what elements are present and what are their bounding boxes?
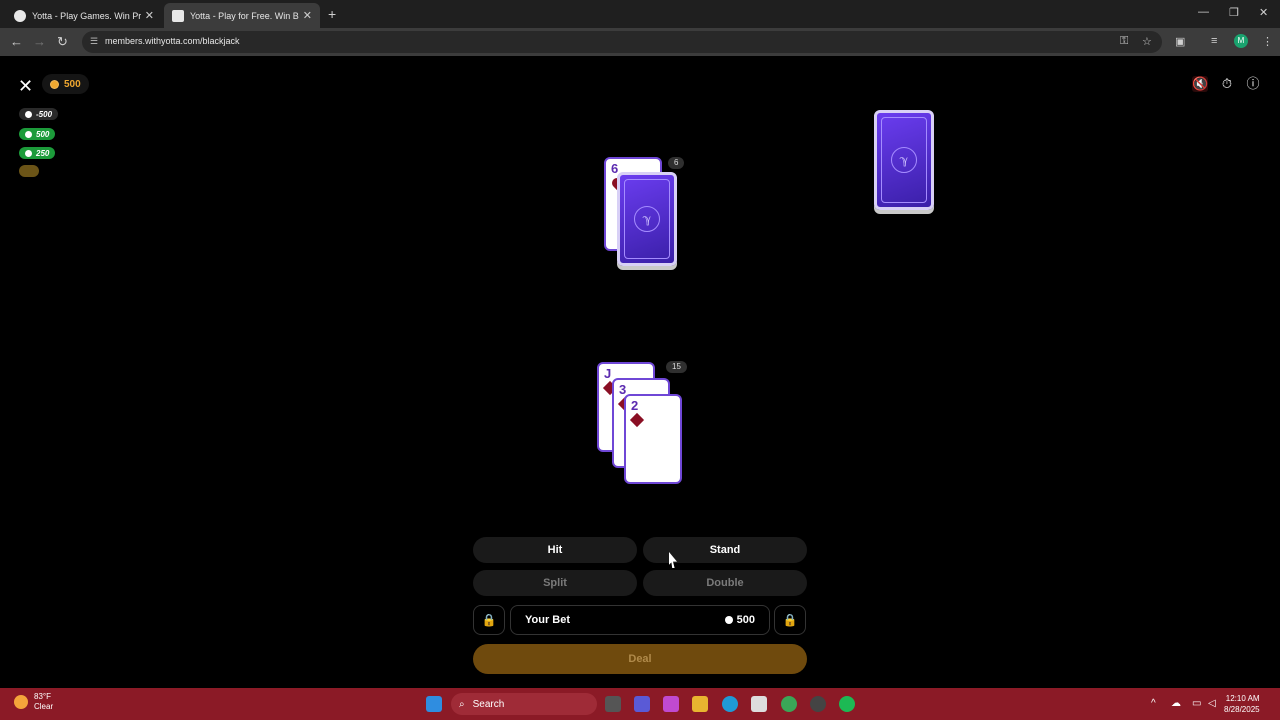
yotta-logo-icon: ℽ [891, 147, 917, 173]
tab-close-icon[interactable]: ✕ [303, 9, 312, 22]
sound-muted-icon[interactable]: 🔇 [1192, 76, 1208, 92]
menu-kebab-icon[interactable]: ⋮ [1262, 35, 1273, 48]
restore-icon[interactable]: ❐ [1229, 6, 1239, 19]
card-rank: 2 [631, 398, 639, 413]
browser-tab-bar: Yotta - Play Games. Win Prizes ✕ Yotta -… [0, 0, 1280, 28]
player-count-badge: 15 [666, 361, 687, 373]
history-entry: 250 [19, 147, 56, 159]
diamond-suit-icon [629, 412, 645, 428]
coin-icon [50, 79, 59, 89]
password-key-icon[interactable]: ⚿ [1120, 35, 1128, 48]
tab-label: Yotta - Play Games. Win Prizes [32, 10, 141, 21]
dealer-count-badge: 6 [668, 157, 685, 169]
teams-icon[interactable] [634, 696, 650, 712]
history-value: -500 [36, 109, 53, 119]
clock-date: 8/28/2025 [1224, 705, 1260, 714]
card-deck: ℽ [874, 110, 934, 210]
weather-desc: Clear [34, 702, 54, 711]
display-icon[interactable]: ▭ [1192, 698, 1201, 709]
task-view-icon[interactable] [605, 696, 621, 712]
stand-button[interactable]: Stand [643, 537, 807, 563]
search-icon: ⌕ [459, 698, 465, 710]
reload-icon[interactable]: ↻ [57, 34, 68, 50]
windows-start-icon[interactable] [426, 696, 442, 712]
address-bar[interactable]: ☰ members.withyotta.com/blackjack [82, 31, 1162, 53]
bet-label: Your Bet [525, 614, 571, 626]
history-value: 500 [36, 129, 50, 139]
taskbar-search[interactable]: ⌕ Search [451, 693, 597, 715]
history-entry-pending [19, 165, 39, 177]
edge-icon[interactable] [722, 696, 738, 712]
taskbar: 83°F Clear ⌕ Search ^ ☁ ▭ ◁ 12:10 AM 8/2… [0, 688, 1280, 720]
timer-icon[interactable]: ⏱ [1219, 76, 1235, 92]
yotta-logo-icon: ℽ [634, 206, 660, 232]
app-icon[interactable] [810, 696, 826, 712]
browser-toolbar: ← → ↻ ☰ members.withyotta.com/blackjack … [0, 28, 1280, 56]
site-info-icon[interactable]: ☰ [90, 36, 98, 47]
history-entry: -500 [19, 108, 59, 120]
info-icon[interactable]: ⓘ [1245, 76, 1261, 92]
bet-field[interactable]: Your Bet 500 [510, 605, 770, 635]
dealer-card-facedown: ℽ [617, 172, 677, 266]
balance-value: 500 [64, 78, 81, 90]
tab-yotta-games[interactable]: Yotta - Play Games. Win Prizes ✕ [6, 3, 162, 28]
weather-widget[interactable]: 83°F Clear [14, 692, 53, 712]
url-text: members.withyotta.com/blackjack [105, 36, 240, 46]
coin-icon [25, 149, 32, 157]
tab-yotta-play[interactable]: Yotta - Play for Free. Win Big ✕ [164, 3, 320, 28]
store-icon[interactable] [751, 696, 767, 712]
yotta-favicon-icon [14, 9, 26, 22]
minimize-icon[interactable]: — [1198, 6, 1209, 18]
search-label: Search [472, 698, 505, 710]
tray-chevron-icon[interactable]: ^ [1151, 698, 1156, 709]
hit-button[interactable]: Hit [473, 537, 637, 563]
copilot-icon[interactable] [663, 696, 679, 712]
coin-icon [724, 616, 733, 624]
new-tab-icon[interactable]: + [328, 6, 336, 22]
close-game-icon[interactable]: ✕ [18, 76, 33, 97]
deal-button[interactable]: Deal [473, 644, 807, 674]
split-button[interactable]: Split [473, 570, 637, 596]
history-entry: 500 [19, 128, 56, 140]
yotta-favicon-icon [172, 9, 184, 22]
weather-moon-icon [14, 695, 28, 709]
tab-close-icon[interactable]: ✕ [145, 9, 154, 22]
clock-time: 12:10 AM [1225, 694, 1260, 703]
coin-icon [25, 110, 32, 118]
bookmark-star-icon[interactable]: ☆ [1142, 35, 1152, 48]
bet-decrease-lock-icon[interactable]: 🔒 [473, 605, 505, 635]
spotify-icon[interactable] [839, 696, 855, 712]
side-panel-icon[interactable]: ▣ [1175, 35, 1185, 48]
tab-label: Yotta - Play for Free. Win Big [190, 10, 299, 21]
back-icon[interactable]: ← [10, 34, 23, 49]
profile-avatar[interactable]: M [1234, 34, 1248, 48]
window-close-icon[interactable]: ✕ [1259, 6, 1268, 19]
double-button[interactable]: Double [643, 570, 807, 596]
chrome-icon[interactable] [781, 696, 797, 712]
player-card: 2 [624, 394, 682, 484]
weather-temp: 83°F [34, 692, 51, 701]
coin-icon [25, 130, 32, 138]
forward-icon[interactable]: → [33, 34, 46, 49]
bet-value: 500 [736, 614, 755, 626]
volume-icon[interactable]: ◁ [1208, 698, 1216, 709]
onedrive-icon[interactable]: ☁ [1171, 698, 1181, 709]
history-value: 250 [36, 148, 50, 158]
reading-list-icon[interactable]: ≡ [1211, 35, 1217, 47]
clock[interactable]: 12:10 AM 8/28/2025 [1224, 693, 1260, 715]
card-rank: J [604, 366, 612, 381]
bet-amount: 500 [724, 614, 755, 626]
file-explorer-icon[interactable] [692, 696, 708, 712]
bet-increase-lock-icon[interactable]: 🔒 [774, 605, 806, 635]
balance-badge: 500 [42, 74, 89, 94]
